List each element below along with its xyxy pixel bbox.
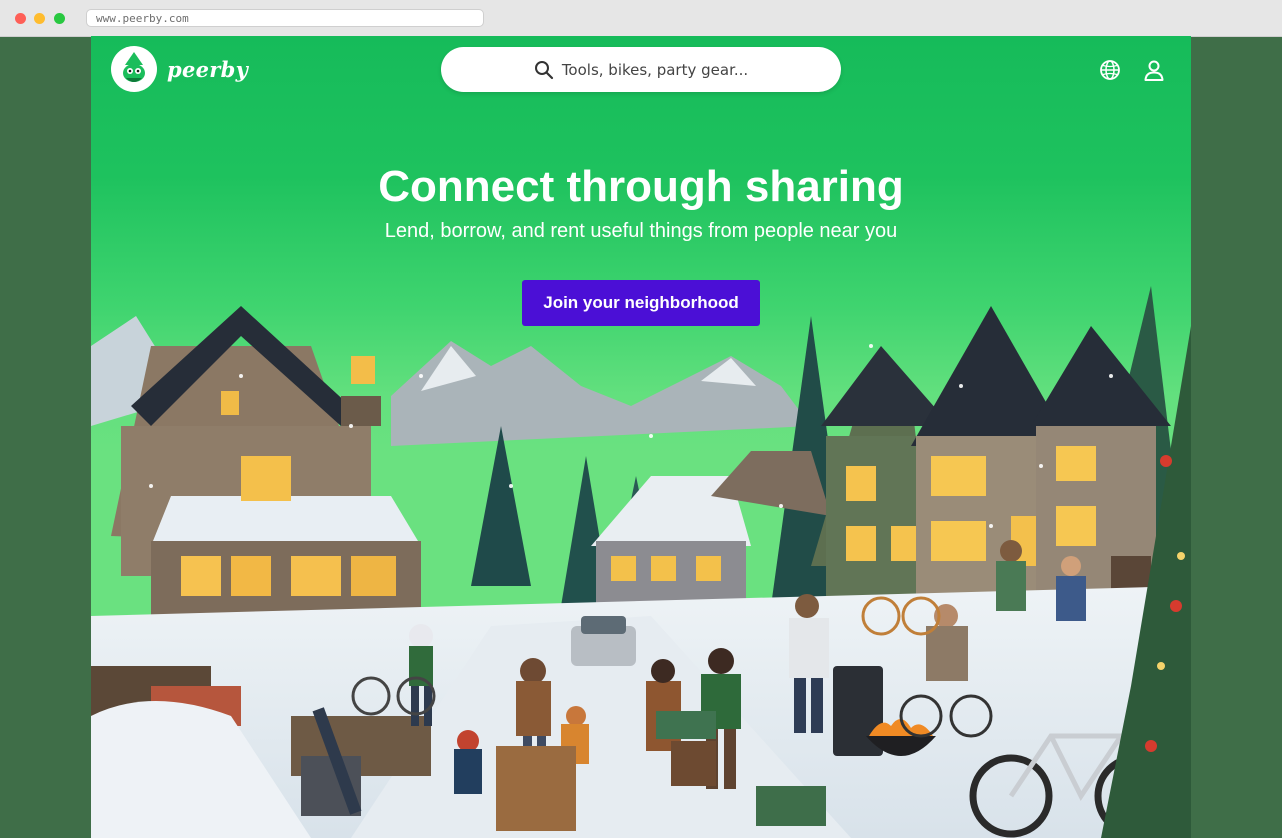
globe-icon[interactable] xyxy=(1098,58,1122,82)
user-icon[interactable] xyxy=(1142,58,1166,82)
minimize-window-button[interactable] xyxy=(34,13,45,24)
site-header: peerby Tools, bikes, party gear... xyxy=(91,36,1191,106)
peerby-logo[interactable]: peerby xyxy=(111,46,248,92)
logo-wordmark: peerby xyxy=(167,56,249,82)
zoom-window-button[interactable] xyxy=(54,13,65,24)
hero-subtitle: Lend, borrow, and rent useful things fro… xyxy=(384,220,898,242)
logo-mascot-icon xyxy=(111,46,157,92)
hero-neighborhood-illustration xyxy=(91,286,1191,838)
join-neighborhood-button[interactable]: Join your neighborhood xyxy=(522,280,760,326)
search-placeholder: Tools, bikes, party gear... xyxy=(561,60,749,79)
address-bar[interactable]: www.peerby.com xyxy=(86,9,484,27)
search-bar[interactable]: Tools, bikes, party gear... xyxy=(441,47,841,92)
page-content: peerby Tools, bikes, party gear... Conne… xyxy=(91,36,1191,838)
hero-title: Connect through sharing xyxy=(378,162,904,211)
close-window-button[interactable] xyxy=(15,13,26,24)
browser-toolbar: www.peerby.com xyxy=(0,0,1282,37)
search-icon xyxy=(534,60,553,79)
